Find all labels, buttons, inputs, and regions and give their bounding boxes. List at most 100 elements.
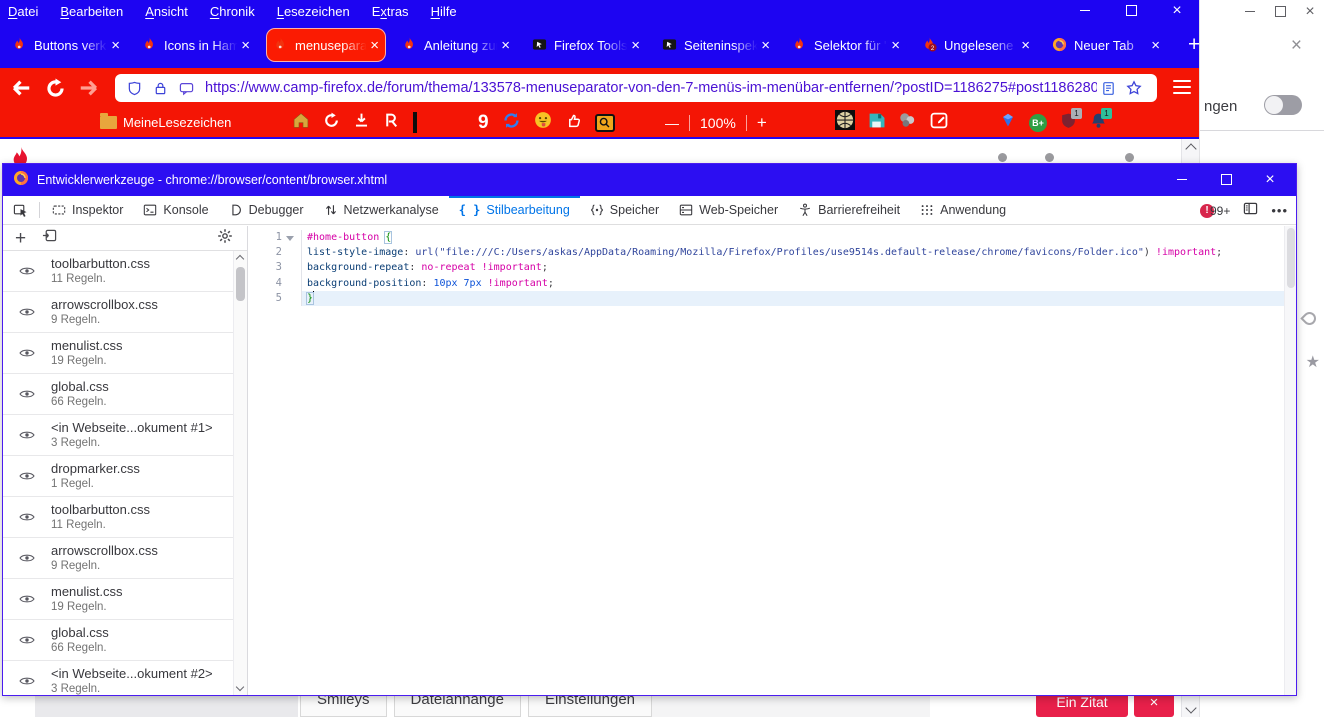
add-box-icon[interactable]	[413, 114, 417, 132]
close-icon[interactable]: ×	[1262, 172, 1278, 187]
code-text[interactable]: background-position: 10px 7px !important…	[302, 276, 1296, 291]
scroll-up-icon[interactable]	[1185, 143, 1196, 154]
visibility-eye-icon[interactable]	[19, 264, 35, 282]
browser-tab[interactable]: Neuer Tab×	[1046, 28, 1166, 62]
thumbs-up-icon[interactable]	[565, 112, 582, 134]
stylesheet-item[interactable]: arrowscrollbox.css9 Regeln.	[3, 292, 233, 333]
tab-close-icon[interactable]: ×	[761, 38, 770, 53]
zoom-level-button[interactable]: 100%	[700, 115, 736, 131]
page-tab-einstellungen[interactable]: Einstellungen	[528, 696, 652, 717]
code-line[interactable]: 5}	[248, 291, 1296, 306]
shield-icon[interactable]	[123, 77, 145, 99]
zoom-out-button[interactable]: —	[665, 115, 679, 131]
scroll-up-icon[interactable]	[236, 255, 244, 263]
browser-tab[interactable]: Selektor für "N×	[786, 28, 906, 62]
minimize-icon[interactable]	[1242, 4, 1258, 19]
devtools-tab-barrierefreiheit[interactable]: Barrierefreiheit	[788, 196, 910, 224]
code-line[interactable]: 3background-repeat: no-repeat !important…	[248, 260, 1296, 275]
globe-icon[interactable]	[835, 110, 855, 135]
devtools-tab-konsole[interactable]: Konsole	[133, 196, 218, 224]
close-icon[interactable]: ×	[1302, 4, 1318, 19]
minimize-icon[interactable]	[1174, 172, 1190, 187]
url-text[interactable]: https://www.camp-firefox.de/forum/thema/…	[205, 80, 1097, 96]
tab-close-icon[interactable]: ×	[1151, 38, 1160, 53]
tab-close-icon[interactable]: ×	[241, 38, 250, 53]
pick-element-icon[interactable]	[3, 196, 37, 224]
browser-tab[interactable]: menuseparat×	[266, 28, 386, 62]
devtools-tab-anwendung[interactable]: Anwendung	[910, 196, 1016, 224]
maximize-icon[interactable]	[1272, 4, 1288, 19]
sidebar-scrollbar[interactable]	[233, 251, 247, 695]
bookmark-star-icon[interactable]	[1123, 77, 1145, 99]
maximize-icon[interactable]	[1218, 172, 1234, 187]
browser-tab[interactable]: Firefox Tools f×	[526, 28, 646, 62]
devtools-titlebar[interactable]: Entwicklerwerkzeuge - chrome://browser/c…	[3, 164, 1296, 196]
page-tab-smileys[interactable]: Smileys	[300, 696, 387, 717]
devtools-tab-inspektor[interactable]: Inspektor	[42, 196, 133, 224]
visibility-eye-icon[interactable]	[19, 469, 35, 487]
reload-icon[interactable]	[42, 75, 68, 101]
devtools-tab-debugger[interactable]: Debugger	[219, 196, 314, 224]
stylesheet-item[interactable]: arrowscrollbox.css9 Regeln.	[3, 538, 233, 579]
tab-close-icon[interactable]: ×	[111, 38, 120, 53]
visibility-eye-icon[interactable]	[19, 346, 35, 364]
zoom-in-button[interactable]: +	[757, 113, 767, 133]
maximize-icon[interactable]	[1123, 3, 1139, 18]
scroll-down-icon[interactable]	[236, 683, 244, 691]
page-tab-dateianhänge[interactable]: Dateianhänge	[394, 696, 521, 717]
browser-tab[interactable]: 2Ungelesene B×	[916, 28, 1036, 62]
stylesheet-item[interactable]: toolbarbutton.css11 Regeln.	[3, 251, 233, 292]
lock-icon[interactable]	[149, 77, 171, 99]
spheres-icon[interactable]	[898, 111, 916, 134]
menu-extras[interactable]: Extras	[372, 4, 409, 19]
edit-page-icon[interactable]	[929, 112, 949, 134]
browser-tab[interactable]: Buttons verkl×	[6, 28, 126, 62]
bookmark-folder[interactable]: MeineLesezeichen	[100, 108, 231, 137]
devtools-tab-web-speicher[interactable]: Web-Speicher	[669, 196, 788, 224]
reload-icon[interactable]	[323, 112, 340, 134]
scrollbar-thumb[interactable]	[236, 267, 245, 301]
code-text[interactable]: list-style-image: url("file:///C:/Users/…	[302, 245, 1296, 260]
sync-icon[interactable]	[502, 111, 521, 135]
visibility-eye-icon[interactable]	[19, 428, 35, 446]
code-text[interactable]: background-repeat: no-repeat !important;	[302, 260, 1296, 275]
code-line[interactable]: 4background-position: 10px 7px !importan…	[248, 276, 1296, 291]
stylesheet-item[interactable]: <in Webseite...okument #2>3 Regeln.	[3, 661, 233, 695]
close-quote-button[interactable]: ×	[1134, 696, 1174, 717]
stylesheet-item[interactable]: menulist.css19 Regeln.	[3, 333, 233, 374]
fold-arrow-icon[interactable]	[282, 230, 298, 245]
devtools-tab-stilbearbeitung[interactable]: { }Stilbearbeitung	[449, 196, 580, 224]
visibility-eye-icon[interactable]	[19, 674, 35, 692]
browser-tab[interactable]: Icons in Ham×	[136, 28, 256, 62]
gem-icon[interactable]	[1000, 112, 1016, 133]
bookmarks-plus-icon[interactable]: B+	[1029, 114, 1047, 132]
visibility-eye-icon[interactable]	[19, 592, 35, 610]
import-stylesheet-button[interactable]	[42, 228, 57, 248]
menu-datei[interactable]: Datei	[8, 4, 38, 19]
tab-close-icon[interactable]: ×	[501, 38, 510, 53]
toggle-switch[interactable]	[1264, 95, 1302, 115]
visibility-eye-icon[interactable]	[19, 387, 35, 405]
minimize-icon[interactable]	[1077, 3, 1093, 18]
smiley-icon[interactable]	[534, 111, 552, 134]
close-panel-icon[interactable]: ×	[1291, 36, 1302, 55]
menu-chronik[interactable]: Chronik	[210, 4, 255, 19]
scroll-down-icon[interactable]	[1185, 702, 1196, 713]
tab-close-icon[interactable]: ×	[1021, 38, 1030, 53]
editor-scrollbar[interactable]	[1284, 226, 1296, 695]
shield-badge-icon[interactable]: 1	[1060, 112, 1077, 134]
url-bar[interactable]: https://www.camp-firefox.de/forum/thema/…	[115, 74, 1157, 102]
devtools-tab-netzwerkanalyse[interactable]: Netzwerkanalyse	[314, 196, 449, 224]
counter-label[interactable]: 9	[478, 112, 489, 134]
browser-tab[interactable]: Anleitung zur×	[396, 28, 516, 62]
download-icon[interactable]	[353, 112, 370, 134]
code-line[interactable]: 2list-style-image: url("file:///C:/Users…	[248, 245, 1296, 260]
visibility-eye-icon[interactable]	[19, 551, 35, 569]
back-icon[interactable]	[8, 75, 34, 101]
visibility-eye-icon[interactable]	[19, 305, 35, 323]
forward-icon[interactable]	[76, 75, 102, 101]
tab-close-icon[interactable]: ×	[891, 38, 900, 53]
reader-mode-icon[interactable]	[1097, 77, 1119, 99]
meatball-menu-icon[interactable]: •••	[1271, 203, 1288, 218]
code-text[interactable]: }	[302, 291, 1296, 306]
